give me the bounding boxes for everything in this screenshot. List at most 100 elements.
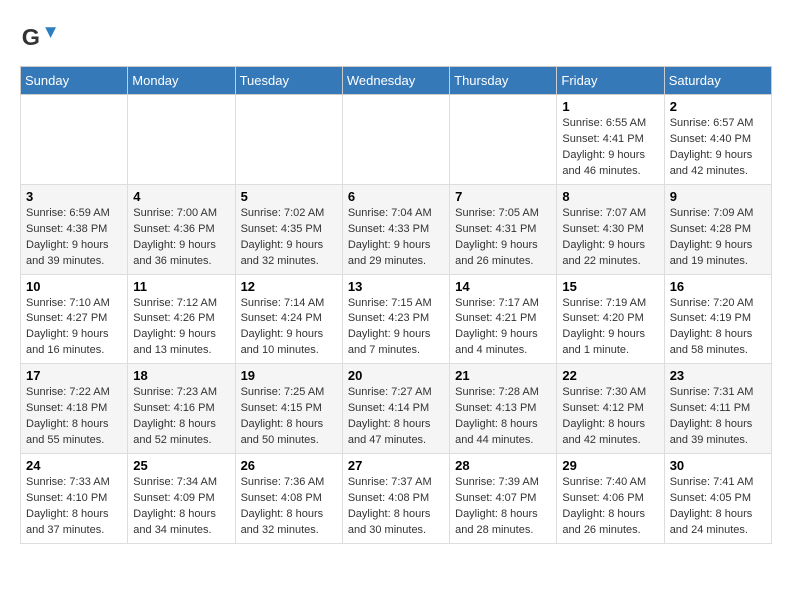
calendar-cell: 12 Sunrise: 7:14 AM Sunset: 4:24 PM Dayli… <box>235 274 342 364</box>
calendar-cell: 18 Sunrise: 7:23 AM Sunset: 4:16 PM Dayli… <box>128 364 235 454</box>
calendar-cell <box>21 95 128 185</box>
calendar-cell: 8Sunrise: 7:07 AM Sunset: 4:30 PM Daylig… <box>557 184 664 274</box>
calendar-cell: 15 Sunrise: 7:19 AM Sunset: 4:20 PM Dayli… <box>557 274 664 364</box>
calendar-cell: 5 Sunrise: 7:02 AM Sunset: 4:35 PM Daylig… <box>235 184 342 274</box>
day-number: 1 <box>562 99 658 114</box>
calendar-cell: 3 Sunrise: 6:59 AM Sunset: 4:38 PM Daylig… <box>21 184 128 274</box>
calendar-cell: 24Sunrise: 7:33 AM Sunset: 4:10 PM Dayli… <box>21 454 128 544</box>
calendar-cell: 27 Sunrise: 7:37 AM Sunset: 4:08 PM Dayli… <box>342 454 449 544</box>
day-detail: Sunrise: 7:28 AM Sunset: 4:13 PM Dayligh… <box>455 385 551 449</box>
weekday-header: Saturday <box>664 67 771 95</box>
day-detail: Sunrise: 7:05 AM Sunset: 4:31 PM Dayligh… <box>455 206 551 270</box>
calendar-cell: 6 Sunrise: 7:04 AM Sunset: 4:33 PM Daylig… <box>342 184 449 274</box>
day-number: 29 <box>562 458 658 473</box>
calendar-cell <box>342 95 449 185</box>
day-detail: Sunrise: 7:25 AM Sunset: 4:15 PM Dayligh… <box>241 385 337 449</box>
day-detail: Sunrise: 7:12 AM Sunset: 4:26 PM Dayligh… <box>133 296 229 360</box>
day-detail: Sunrise: 7:23 AM Sunset: 4:16 PM Dayligh… <box>133 385 229 449</box>
day-number: 17 <box>26 368 122 383</box>
day-number: 2 <box>670 99 766 114</box>
day-detail: Sunrise: 7:04 AM Sunset: 4:33 PM Dayligh… <box>348 206 444 270</box>
page-header: G <box>20 20 772 56</box>
day-detail: Sunrise: 7:30 AM Sunset: 4:12 PM Dayligh… <box>562 385 658 449</box>
day-detail: Sunrise: 7:15 AM Sunset: 4:23 PM Dayligh… <box>348 296 444 360</box>
day-detail: Sunrise: 7:09 AM Sunset: 4:28 PM Dayligh… <box>670 206 766 270</box>
day-detail: Sunrise: 7:00 AM Sunset: 4:36 PM Dayligh… <box>133 206 229 270</box>
day-detail: Sunrise: 7:41 AM Sunset: 4:05 PM Dayligh… <box>670 475 766 539</box>
weekday-header: Monday <box>128 67 235 95</box>
svg-text:G: G <box>22 24 40 50</box>
weekday-header: Sunday <box>21 67 128 95</box>
calendar-cell: 11 Sunrise: 7:12 AM Sunset: 4:26 PM Dayli… <box>128 274 235 364</box>
day-detail: Sunrise: 6:59 AM Sunset: 4:38 PM Dayligh… <box>26 206 122 270</box>
logo-icon: G <box>20 20 56 56</box>
day-detail: Sunrise: 7:34 AM Sunset: 4:09 PM Dayligh… <box>133 475 229 539</box>
calendar-cell: 19 Sunrise: 7:25 AM Sunset: 4:15 PM Dayli… <box>235 364 342 454</box>
day-number: 28 <box>455 458 551 473</box>
calendar-cell: 2 Sunrise: 6:57 AM Sunset: 4:40 PM Daylig… <box>664 95 771 185</box>
day-number: 7 <box>455 189 551 204</box>
weekday-header: Friday <box>557 67 664 95</box>
calendar-cell: 13 Sunrise: 7:15 AM Sunset: 4:23 PM Dayli… <box>342 274 449 364</box>
calendar-cell: 10Sunrise: 7:10 AM Sunset: 4:27 PM Dayli… <box>21 274 128 364</box>
day-detail: Sunrise: 7:33 AM Sunset: 4:10 PM Dayligh… <box>26 475 122 539</box>
day-detail: Sunrise: 7:20 AM Sunset: 4:19 PM Dayligh… <box>670 296 766 360</box>
day-detail: Sunrise: 7:40 AM Sunset: 4:06 PM Dayligh… <box>562 475 658 539</box>
day-number: 8 <box>562 189 658 204</box>
weekday-header: Thursday <box>450 67 557 95</box>
day-number: 16 <box>670 279 766 294</box>
calendar-table: SundayMondayTuesdayWednesdayThursdayFrid… <box>20 66 772 544</box>
day-number: 18 <box>133 368 229 383</box>
calendar-cell: 9 Sunrise: 7:09 AM Sunset: 4:28 PM Daylig… <box>664 184 771 274</box>
day-detail: Sunrise: 7:14 AM Sunset: 4:24 PM Dayligh… <box>241 296 337 360</box>
calendar-cell: 4 Sunrise: 7:00 AM Sunset: 4:36 PM Daylig… <box>128 184 235 274</box>
calendar-cell: 30Sunrise: 7:41 AM Sunset: 4:05 PM Dayli… <box>664 454 771 544</box>
day-detail: Sunrise: 6:55 AM Sunset: 4:41 PM Dayligh… <box>562 116 658 180</box>
day-number: 27 <box>348 458 444 473</box>
day-detail: Sunrise: 7:19 AM Sunset: 4:20 PM Dayligh… <box>562 296 658 360</box>
logo: G <box>20 20 60 56</box>
calendar-cell: 7 Sunrise: 7:05 AM Sunset: 4:31 PM Daylig… <box>450 184 557 274</box>
day-number: 15 <box>562 279 658 294</box>
calendar-cell: 17Sunrise: 7:22 AM Sunset: 4:18 PM Dayli… <box>21 364 128 454</box>
calendar-cell: 1 Sunrise: 6:55 AM Sunset: 4:41 PM Daylig… <box>557 95 664 185</box>
day-number: 11 <box>133 279 229 294</box>
calendar-cell <box>128 95 235 185</box>
day-detail: Sunrise: 7:17 AM Sunset: 4:21 PM Dayligh… <box>455 296 551 360</box>
calendar-week-row: 10Sunrise: 7:10 AM Sunset: 4:27 PM Dayli… <box>21 274 772 364</box>
day-number: 6 <box>348 189 444 204</box>
calendar-cell <box>235 95 342 185</box>
calendar-cell: 23 Sunrise: 7:31 AM Sunset: 4:11 PM Dayli… <box>664 364 771 454</box>
day-number: 22 <box>562 368 658 383</box>
day-number: 25 <box>133 458 229 473</box>
weekday-header: Wednesday <box>342 67 449 95</box>
calendar-cell <box>450 95 557 185</box>
day-detail: Sunrise: 7:02 AM Sunset: 4:35 PM Dayligh… <box>241 206 337 270</box>
day-number: 3 <box>26 189 122 204</box>
day-number: 9 <box>670 189 766 204</box>
calendar-cell: 16 Sunrise: 7:20 AM Sunset: 4:19 PM Dayli… <box>664 274 771 364</box>
calendar-cell: 25 Sunrise: 7:34 AM Sunset: 4:09 PM Dayli… <box>128 454 235 544</box>
day-number: 26 <box>241 458 337 473</box>
calendar-cell: 21 Sunrise: 7:28 AM Sunset: 4:13 PM Dayli… <box>450 364 557 454</box>
day-detail: Sunrise: 6:57 AM Sunset: 4:40 PM Dayligh… <box>670 116 766 180</box>
day-number: 20 <box>348 368 444 383</box>
calendar-cell: 22 Sunrise: 7:30 AM Sunset: 4:12 PM Dayli… <box>557 364 664 454</box>
day-number: 5 <box>241 189 337 204</box>
day-number: 23 <box>670 368 766 383</box>
day-number: 21 <box>455 368 551 383</box>
calendar-week-row: 3 Sunrise: 6:59 AM Sunset: 4:38 PM Daylig… <box>21 184 772 274</box>
day-number: 14 <box>455 279 551 294</box>
day-detail: Sunrise: 7:27 AM Sunset: 4:14 PM Dayligh… <box>348 385 444 449</box>
day-detail: Sunrise: 7:36 AM Sunset: 4:08 PM Dayligh… <box>241 475 337 539</box>
day-number: 4 <box>133 189 229 204</box>
day-number: 19 <box>241 368 337 383</box>
calendar-cell: 20 Sunrise: 7:27 AM Sunset: 4:14 PM Dayli… <box>342 364 449 454</box>
calendar-header-row: SundayMondayTuesdayWednesdayThursdayFrid… <box>21 67 772 95</box>
calendar-cell: 29 Sunrise: 7:40 AM Sunset: 4:06 PM Dayli… <box>557 454 664 544</box>
day-detail: Sunrise: 7:37 AM Sunset: 4:08 PM Dayligh… <box>348 475 444 539</box>
day-detail: Sunrise: 7:10 AM Sunset: 4:27 PM Dayligh… <box>26 296 122 360</box>
day-number: 12 <box>241 279 337 294</box>
day-detail: Sunrise: 7:31 AM Sunset: 4:11 PM Dayligh… <box>670 385 766 449</box>
day-number: 13 <box>348 279 444 294</box>
